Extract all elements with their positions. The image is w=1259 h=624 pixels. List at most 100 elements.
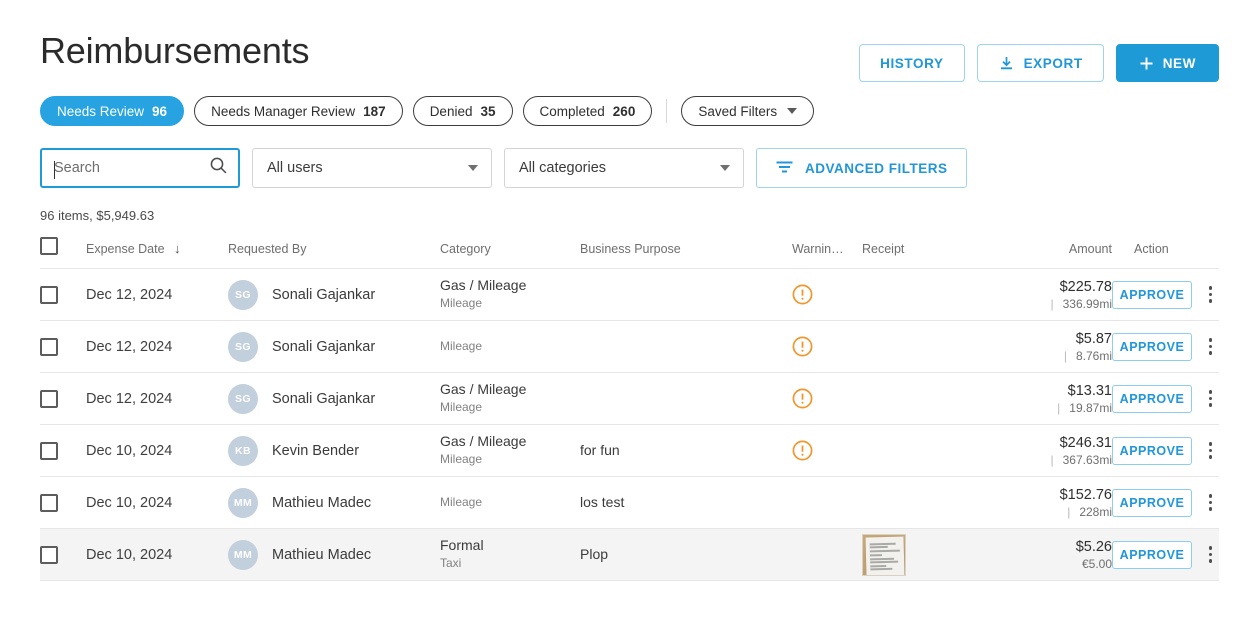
cell-expense-date: Dec 12, 2024 [86,373,228,425]
subcategory-name: Mileage [440,451,580,468]
cell-requested-by: SGSonali Gajankar [228,269,440,321]
search-input[interactable]: Search [40,148,240,188]
row-checkbox[interactable] [40,442,58,460]
amount-value: $5.26 [1022,539,1112,555]
chip-completed[interactable]: Completed 260 [523,96,653,126]
separator: | [1051,453,1054,467]
expense-date-value: Dec 12, 2024 [86,391,172,407]
row-checkbox[interactable] [40,286,58,304]
approve-button[interactable]: APPROVE [1112,385,1192,413]
search-icon[interactable] [209,156,228,180]
cell-amount: $13.31|19.87mi [1022,373,1112,425]
subcategory-name: Mileage [440,338,580,355]
amount-value: $5.87 [1022,331,1112,347]
approve-button[interactable]: APPROVE [1112,541,1192,569]
row-select-cell [40,373,86,425]
cell-amount: $225.78|336.99mi [1022,269,1112,321]
approve-button[interactable]: APPROVE [1112,437,1192,465]
avatar: KB [228,436,258,466]
amount-secondary: |8.76mi [1022,349,1112,363]
saved-filters-dropdown[interactable]: Saved Filters [681,96,814,126]
row-checkbox[interactable] [40,494,58,512]
table-row[interactable]: Dec 10, 2024MMMathieu MadecFormalTaxiPlo… [40,529,1219,581]
column-header-category[interactable]: Category [440,237,580,269]
cell-category: Mileage [440,477,580,529]
approve-button[interactable]: APPROVE [1112,489,1192,517]
cell-receipt [862,321,1022,373]
column-header-amount[interactable]: Amount [1022,237,1112,269]
cell-category: Gas / MileageMileage [440,269,580,321]
table-row[interactable]: Dec 10, 2024KBKevin BenderGas / MileageM… [40,425,1219,477]
amount-value: $152.76 [1022,487,1112,503]
users-select-value: All users [267,160,323,176]
column-header-warnings[interactable]: Warnin… [792,237,862,269]
saved-filters-label: Saved Filters [698,104,777,119]
users-select[interactable]: All users [252,148,492,188]
header-actions: HISTORY EXPORT NEW [859,28,1219,82]
select-all-checkbox[interactable] [40,237,58,255]
separator: | [1051,297,1054,311]
table-row[interactable]: Dec 12, 2024SGSonali GajankarMileage$5.8… [40,321,1219,373]
table-row[interactable]: Dec 10, 2024MMMathieu MadecMileagelos te… [40,477,1219,529]
cell-warnings [792,321,862,373]
cell-expense-date: Dec 10, 2024 [86,477,228,529]
more-vertical-icon[interactable] [1202,336,1219,358]
reimbursements-page: Reimbursements HISTORY EXPORT [0,0,1259,624]
chevron-down-icon [468,165,478,171]
table-row[interactable]: Dec 12, 2024SGSonali GajankarGas / Milea… [40,373,1219,425]
cell-business-purpose [580,269,792,321]
warning-circle-icon[interactable] [792,336,862,357]
row-checkbox[interactable] [40,390,58,408]
new-button-label: NEW [1163,56,1196,71]
warning-circle-icon[interactable] [792,440,862,461]
warning-circle-icon[interactable] [792,388,862,409]
chip-count: 35 [480,104,495,119]
separator: | [1064,349,1067,363]
category-name: Gas / Mileage [440,380,580,399]
cell-action: APPROVE [1112,425,1219,477]
business-purpose-value: los test [580,494,624,510]
warning-circle-icon[interactable] [792,284,862,305]
categories-select-value: All categories [519,160,606,176]
business-purpose-value: for fun [580,442,620,458]
amount-value: $246.31 [1022,435,1112,451]
row-select-cell [40,269,86,321]
more-vertical-icon[interactable] [1202,544,1219,566]
export-button[interactable]: EXPORT [977,44,1104,82]
more-vertical-icon[interactable] [1202,492,1219,514]
chip-needs-review[interactable]: Needs Review 96 [40,96,184,126]
column-header-receipt[interactable]: Receipt [862,237,1022,269]
column-header-requested-by[interactable]: Requested By [228,237,440,269]
chip-denied[interactable]: Denied 35 [413,96,513,126]
column-header-business-purpose[interactable]: Business Purpose [580,237,792,269]
table-row[interactable]: Dec 12, 2024 SGSonali GajankarGas / Milea… [40,269,1219,321]
more-vertical-icon[interactable] [1202,440,1219,462]
row-checkbox[interactable] [40,338,58,356]
approve-button[interactable]: APPROVE [1112,281,1192,309]
chevron-down-icon [787,108,797,114]
page-title: Reimbursements [40,28,309,73]
cell-warnings [792,425,862,477]
expense-date-value: Dec 12, 2024 [86,339,172,355]
history-button[interactable]: HISTORY [859,44,964,82]
advanced-filters-button[interactable]: ADVANCED FILTERS [756,148,967,188]
select-all-header [40,237,86,269]
search-placeholder: Search [54,160,209,176]
row-checkbox[interactable] [40,546,58,564]
receipt-thumbnail[interactable] [862,534,906,576]
approve-button[interactable]: APPROVE [1112,333,1192,361]
subcategory-name: Mileage [440,494,580,511]
more-vertical-icon[interactable] [1202,388,1219,410]
expense-date-value: Dec 10, 2024 [86,547,172,563]
category-name: Formal [440,536,580,555]
avatar: MM [228,488,258,518]
more-vertical-icon[interactable] [1202,284,1219,306]
expense-date-value: Dec 12, 2024 [86,287,172,303]
chip-needs-manager-review[interactable]: Needs Manager Review 187 [194,96,403,126]
separator: | [1057,401,1060,415]
new-button[interactable]: NEW [1116,44,1219,82]
categories-select[interactable]: All categories [504,148,744,188]
column-header-expense-date[interactable]: Expense Date ↓ [86,237,228,269]
subcategory-name: Taxi [440,555,580,572]
results-summary: 96 items, $5,949.63 [40,208,1219,223]
